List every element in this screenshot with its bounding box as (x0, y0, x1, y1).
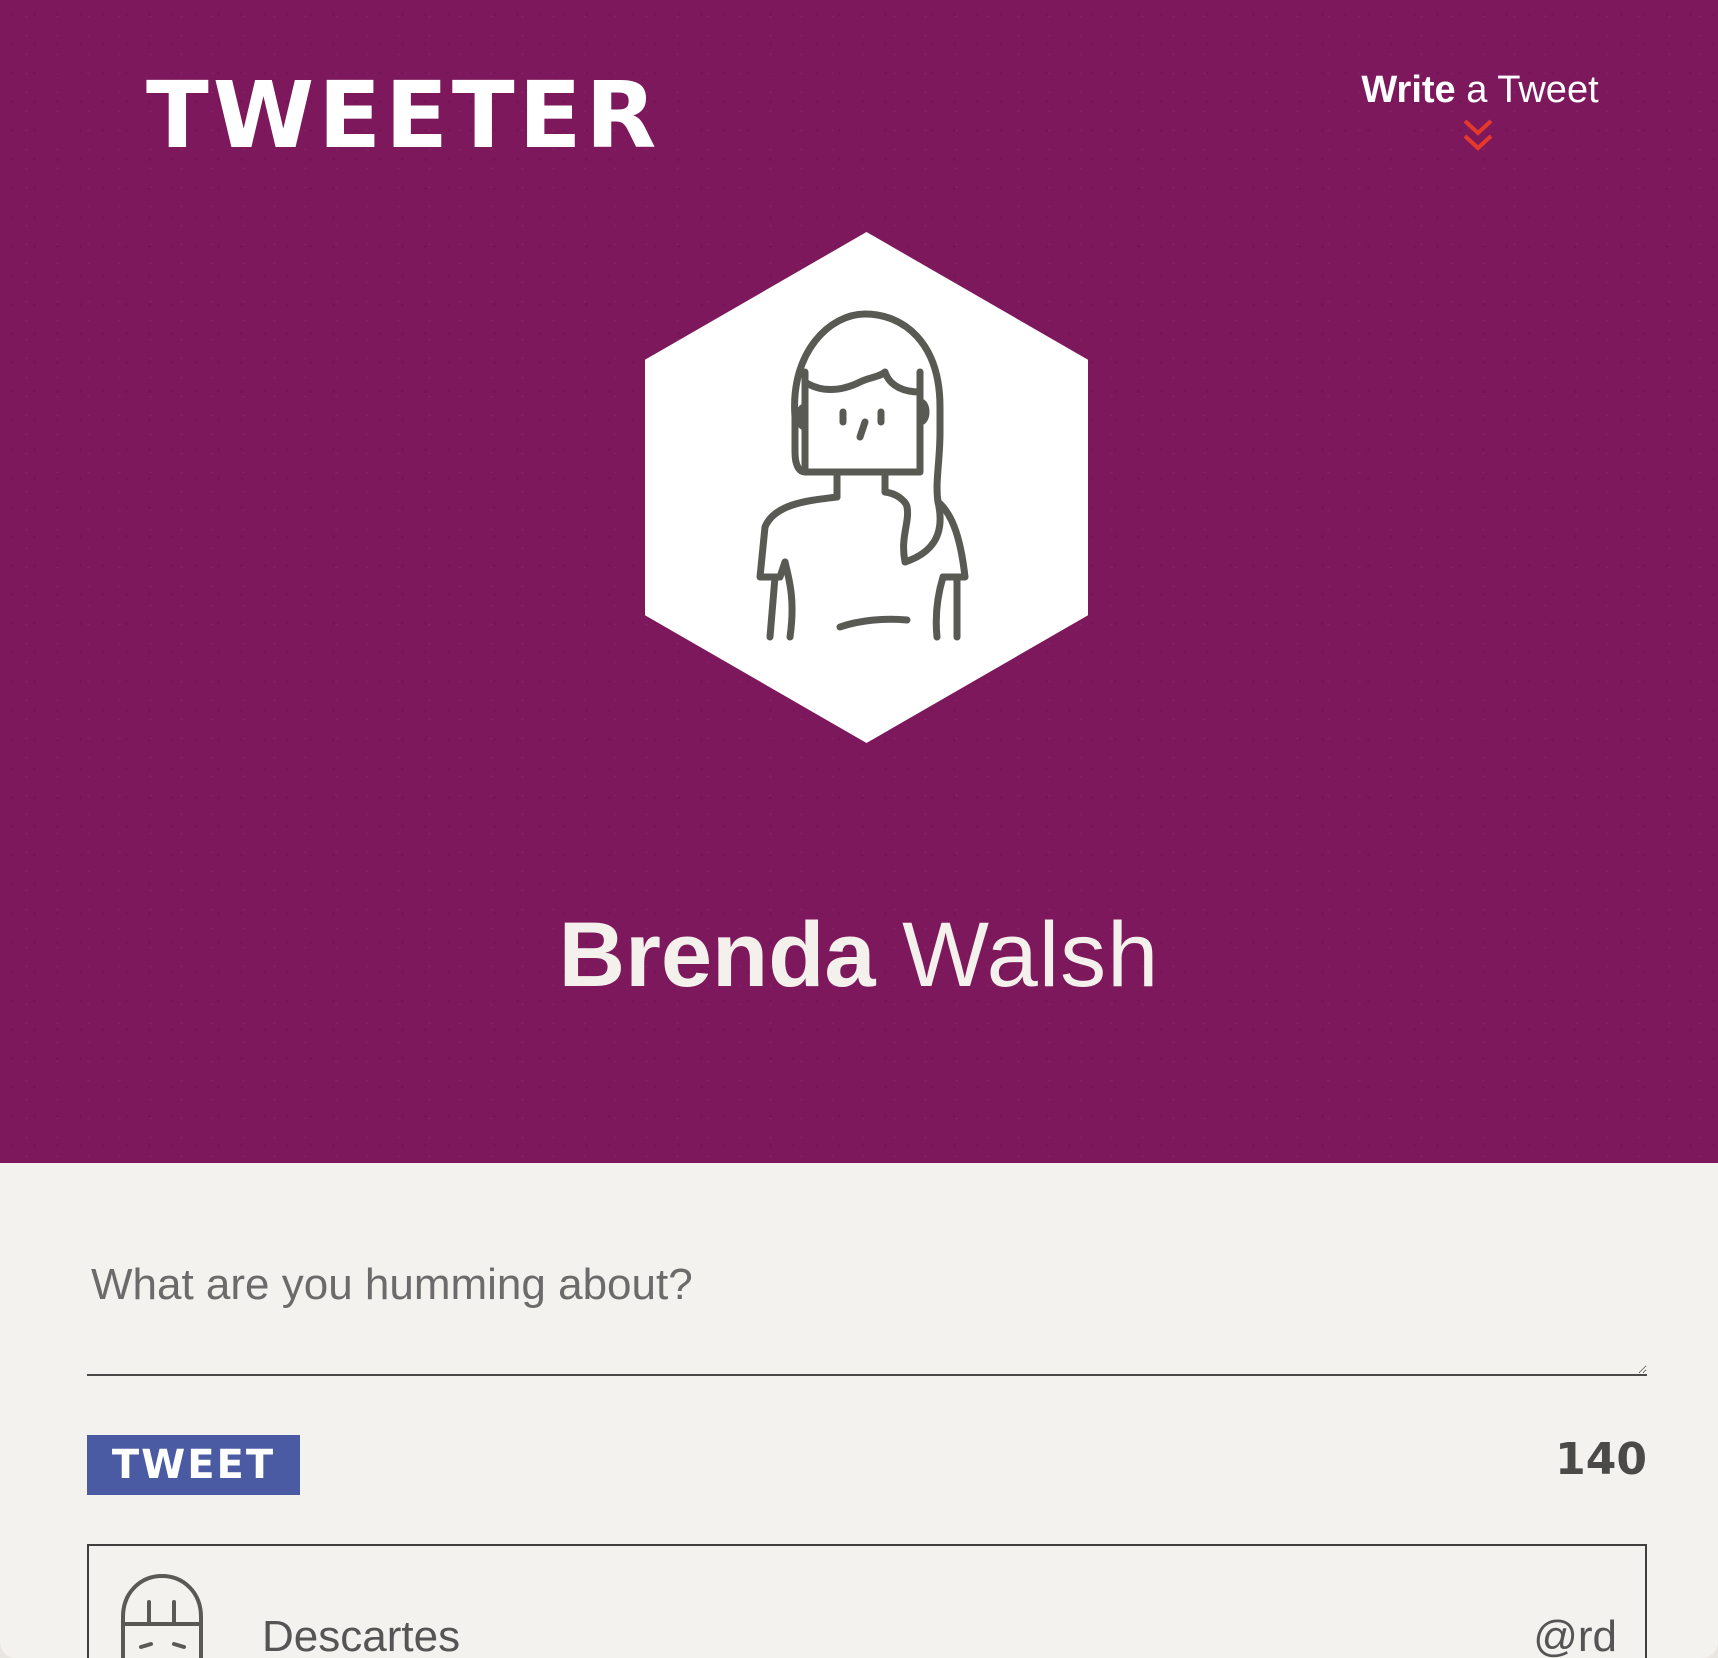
person-avatar-icon (121, 1573, 203, 1658)
write-link-rest: a Tweet (1455, 69, 1599, 111)
tweet-compose-input[interactable] (87, 1240, 1647, 1376)
app-logo[interactable]: TWEETER (146, 66, 660, 166)
character-counter: 140 (1555, 1434, 1647, 1485)
tweet-card[interactable]: Descartes @rd (87, 1544, 1647, 1658)
tweet-author-handle[interactable]: @rd (1533, 1612, 1617, 1658)
write-link-bold: Write (1361, 69, 1456, 111)
profile-last-name: Walsh (875, 904, 1160, 1006)
profile-name: Brenda Walsh (0, 900, 1718, 1010)
page: TWEETER Write a Tweet Brenda Walsh What … (0, 0, 1718, 1658)
profile-header: TWEETER Write a Tweet Brenda Walsh (0, 0, 1718, 1163)
profile-first-name: Brenda (558, 904, 876, 1006)
write-tweet-link[interactable]: Write a Tweet (1330, 66, 1630, 114)
profile-avatar (645, 232, 1088, 743)
tweet-button[interactable]: TWEET (87, 1435, 300, 1495)
double-chevron-down-icon[interactable] (1462, 118, 1494, 154)
tweet-author-name: Descartes (262, 1612, 461, 1658)
